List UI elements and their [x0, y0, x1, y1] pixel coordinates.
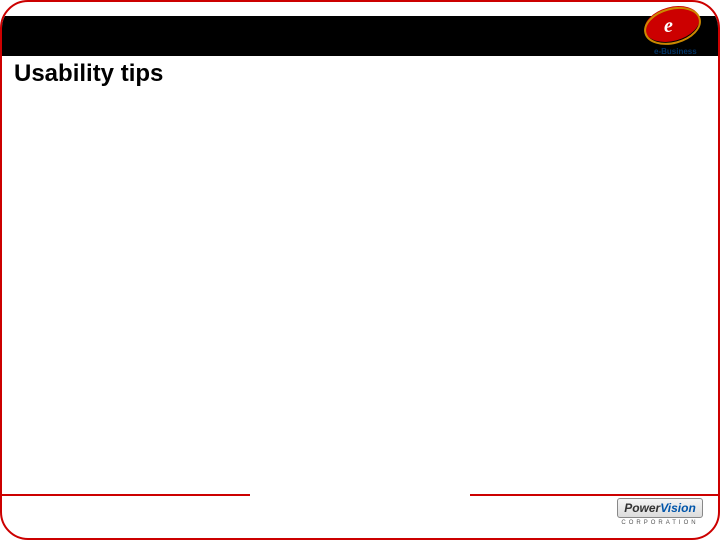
footer-divider-gap — [250, 492, 470, 498]
powervision-subline: CORPORATION — [610, 520, 710, 526]
ebusiness-mark-letter: e — [664, 15, 673, 37]
powervision-word1: Power — [624, 501, 660, 515]
ebusiness-logo-svg: e e-Business — [634, 4, 712, 58]
slide-title: Usability tips — [14, 60, 163, 88]
powervision-wordmark: PowerVision — [617, 498, 703, 518]
title-blackbar — [2, 16, 718, 56]
powervision-word2: Vision — [660, 501, 696, 515]
slide-frame: e e-Business Usability tips PowerVision … — [0, 0, 720, 540]
ebusiness-label: e-Business — [654, 47, 697, 56]
powervision-logo: PowerVision CORPORATION — [610, 498, 710, 532]
ebusiness-logo: e e-Business — [634, 4, 712, 58]
